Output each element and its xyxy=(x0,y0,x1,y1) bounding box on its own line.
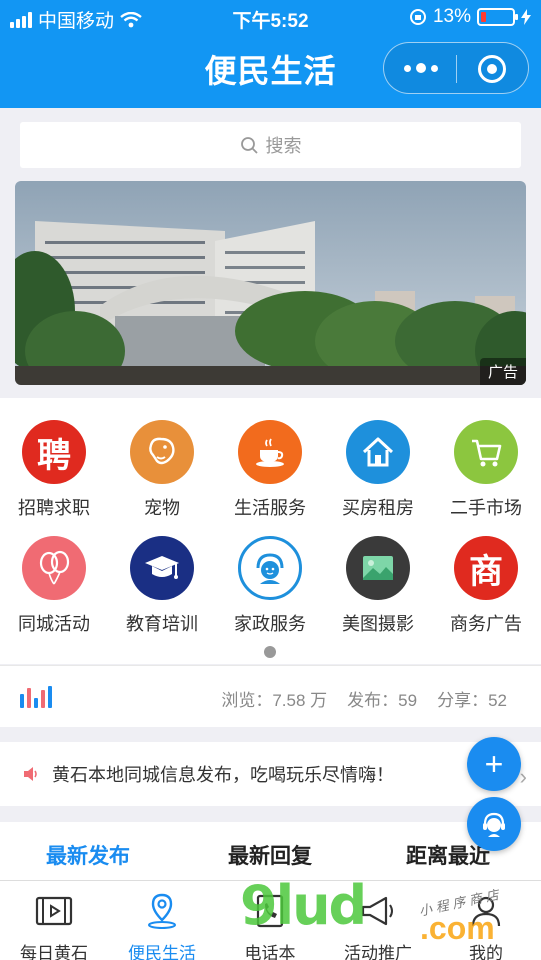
balloon-icon xyxy=(22,536,86,600)
category-label: 家政服务 xyxy=(234,614,306,634)
housekeeper-icon xyxy=(238,536,302,600)
megaphone-icon xyxy=(361,896,393,926)
category-label: 买房租房 xyxy=(342,498,414,518)
capsule-divider xyxy=(456,55,457,83)
top-bar: 中国移动 下午5:52 13% 便民生活 xyxy=(0,0,541,108)
tab-promotion[interactable]: 活动推广 xyxy=(324,891,432,960)
add-post-button[interactable]: + xyxy=(467,737,521,791)
category-business-ad[interactable]: 商 商务广告 xyxy=(432,536,540,636)
pager-dot[interactable] xyxy=(264,646,276,658)
tab-label: 便民生活 xyxy=(128,944,196,960)
category-city-events[interactable]: 同城活动 xyxy=(0,536,108,636)
notice-bar[interactable]: 黄石本地同城信息发布，吃喝玩乐尽情嗨！ › xyxy=(0,742,541,806)
search-input[interactable]: 搜索 xyxy=(20,122,521,168)
stats-bar: 浏览：7.58 万 发布：59 分享：52 xyxy=(0,665,541,727)
feed-tabs: 最新发布 最新回复 距离最近 xyxy=(0,822,541,882)
category-housekeeping[interactable]: 家政服务 xyxy=(216,536,324,636)
tab-label: 电话本 xyxy=(244,944,296,960)
phone-book-icon xyxy=(256,894,284,928)
category-recruit[interactable]: 聘 招聘求职 xyxy=(0,420,108,520)
pin-recruit-icon: 聘 xyxy=(22,420,86,484)
category-photography[interactable]: 美图摄影 xyxy=(324,536,432,636)
category-label: 招聘求职 xyxy=(18,498,90,518)
category-label: 宠物 xyxy=(144,498,180,518)
tab-convenience-life[interactable]: 便民生活 xyxy=(108,891,216,960)
mini-program-capsule xyxy=(383,42,529,94)
search-area: 搜索 xyxy=(0,108,541,178)
category-housing[interactable]: 买房租房 xyxy=(324,420,432,520)
tab-latest-replies[interactable]: 最新回复 xyxy=(228,840,312,870)
notice-text: 黄石本地同城信息发布，吃喝玩乐尽情嗨！ xyxy=(52,765,394,785)
category-label: 美图摄影 xyxy=(342,614,414,634)
views-count: 浏览：7.58 万 xyxy=(221,691,328,710)
grad-cap-icon xyxy=(130,536,194,600)
search-placeholder: 搜索 xyxy=(265,136,302,156)
photo-icon xyxy=(346,536,410,600)
tab-mine[interactable]: 我的 xyxy=(432,891,540,960)
category-education[interactable]: 教育培训 xyxy=(108,536,216,636)
chevron-right-icon: › xyxy=(519,764,527,789)
more-menu-icon[interactable] xyxy=(404,59,438,77)
tab-phone-book[interactable]: 电话本 xyxy=(216,891,324,960)
posts-count: 发布：59 xyxy=(347,691,418,710)
tab-label: 活动推广 xyxy=(344,944,412,960)
bar-chart-icon xyxy=(20,686,52,708)
category-life-service[interactable]: 生活服务 xyxy=(216,420,324,520)
shares-count: 分享：52 xyxy=(437,691,507,710)
category-label: 二手市场 xyxy=(450,498,522,518)
user-icon xyxy=(471,896,501,927)
category-label: 教育培训 xyxy=(126,614,198,634)
search-icon xyxy=(240,137,258,154)
category-grid: 聘 招聘求职 宠物 生活服务 买房租房 二手市场 同城活动 教育培训 家政服务 … xyxy=(0,398,541,664)
location-pin-icon xyxy=(148,893,176,929)
dog-icon xyxy=(130,420,194,484)
customer-service-icon xyxy=(483,812,505,837)
bottom-tab-bar: 每日黄石 便民生活 电话本 活动推广 我的 xyxy=(0,880,541,960)
video-icon xyxy=(35,896,73,926)
tab-label: 每日黄石 xyxy=(20,944,88,960)
business-icon: 商 xyxy=(454,536,518,600)
battery-percent: 13% xyxy=(432,6,471,27)
charging-icon xyxy=(521,9,531,25)
speaker-icon xyxy=(24,767,37,781)
category-pets[interactable]: 宠物 xyxy=(108,420,216,520)
tab-daily-huangshi[interactable]: 每日黄石 xyxy=(0,891,108,960)
battery-icon xyxy=(477,8,518,26)
house-icon xyxy=(346,420,410,484)
orientation-lock-icon xyxy=(409,9,426,25)
cart-icon xyxy=(454,420,518,484)
customer-service-button[interactable] xyxy=(467,797,521,851)
banner-carousel[interactable]: 广告 xyxy=(15,181,526,385)
tab-latest-posts[interactable]: 最新发布 xyxy=(46,840,130,870)
tab-label: 我的 xyxy=(469,944,503,960)
category-second-hand[interactable]: 二手市场 xyxy=(432,420,540,520)
category-label: 同城活动 xyxy=(18,614,90,634)
status-bar: 中国移动 下午5:52 13% xyxy=(0,0,541,36)
coffee-icon xyxy=(238,420,302,484)
close-program-icon[interactable] xyxy=(478,55,506,83)
banner-image xyxy=(15,181,526,385)
category-label: 商务广告 xyxy=(450,614,522,634)
category-label: 生活服务 xyxy=(234,498,306,518)
ad-label: 广告 xyxy=(479,358,526,385)
